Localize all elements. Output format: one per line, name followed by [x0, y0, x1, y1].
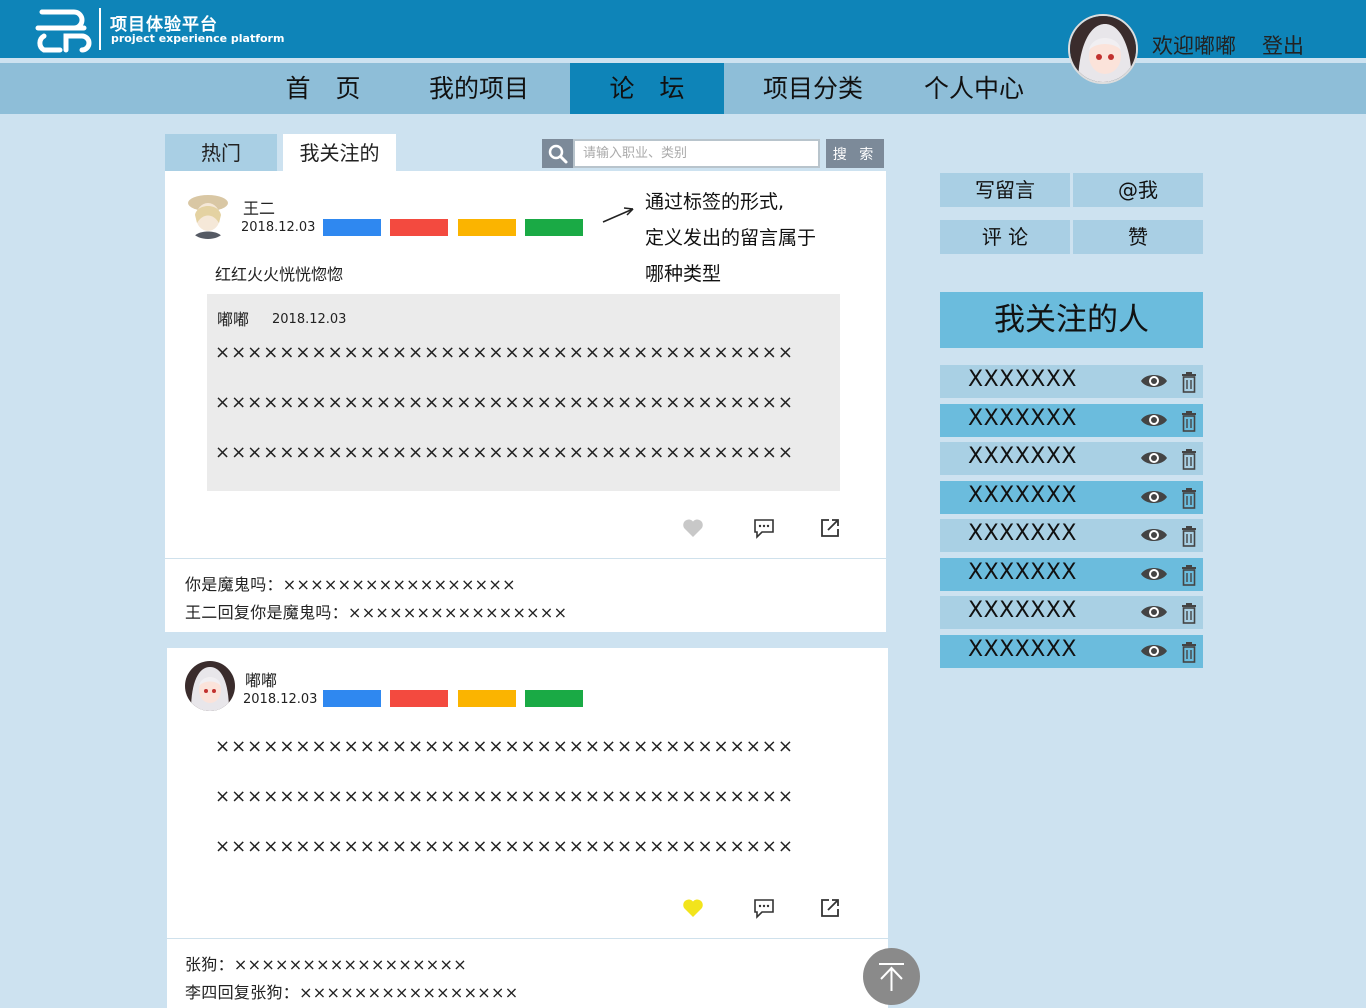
tag-green[interactable] — [525, 690, 583, 707]
following-name[interactable]: XXXXXXX — [968, 560, 1077, 585]
trash-icon[interactable] — [1181, 602, 1197, 624]
comment-item: 王二回复你是魔鬼吗：×××××××××××××××× — [185, 603, 568, 622]
trash-icon[interactable] — [1181, 371, 1197, 393]
user-avatar[interactable] — [1068, 14, 1138, 84]
trash-icon[interactable] — [1181, 410, 1197, 432]
tab-following[interactable]: 我关注的 — [283, 134, 396, 171]
nav-categories[interactable]: 项目分类 — [737, 63, 889, 114]
post-text: 红红火火恍恍惚惚 — [215, 265, 344, 284]
following-row[interactable]: XXXXXXX — [940, 558, 1203, 591]
post-author[interactable]: 嘟嘟 — [245, 667, 277, 691]
search-button[interactable]: 搜 索 — [826, 139, 884, 168]
quote-line: ×××××××××××××××××××××××××××××××××××× — [215, 442, 794, 463]
eye-icon[interactable] — [1140, 641, 1168, 661]
nav-forum[interactable]: 论 坛 — [570, 63, 724, 114]
tag-blue[interactable] — [323, 690, 381, 707]
logo-icon[interactable] — [34, 6, 94, 54]
quote-author[interactable]: 嘟嘟 — [217, 306, 249, 330]
search-icon[interactable] — [542, 139, 573, 168]
eye-icon[interactable] — [1140, 487, 1168, 507]
mention-me-button[interactable]: @我 — [1073, 173, 1203, 207]
trash-icon[interactable] — [1181, 641, 1197, 663]
post-date: 2018.12.03 — [243, 692, 318, 707]
tag-blue[interactable] — [323, 219, 381, 236]
annotation-line: 通过标签的形式, — [645, 191, 785, 213]
back-to-top-button[interactable] — [863, 948, 920, 1005]
comments-button[interactable]: 评 论 — [940, 220, 1070, 254]
annotation-arrow-icon — [602, 207, 634, 223]
welcome-text: 欢迎嘟嘟 — [1152, 34, 1236, 58]
tag-yellow[interactable] — [458, 690, 516, 707]
following-row[interactable]: XXXXXXX — [940, 481, 1203, 514]
following-row[interactable]: XXXXXXX — [940, 519, 1203, 552]
like-icon[interactable] — [681, 896, 705, 920]
following-row[interactable]: XXXXXXX — [940, 404, 1203, 437]
post-date: 2018.12.03 — [241, 220, 316, 235]
share-icon[interactable] — [818, 516, 842, 540]
quote-date: 2018.12.03 — [272, 312, 347, 327]
post-line: ×××××××××××××××××××××××××××××××××××× — [215, 736, 794, 757]
comment-item: 张狗：××××××××××××××××× — [185, 955, 467, 974]
eye-icon[interactable] — [1140, 525, 1168, 545]
following-name[interactable]: XXXXXXX — [968, 406, 1077, 431]
following-name[interactable]: XXXXXXX — [968, 367, 1077, 392]
comment-icon[interactable] — [752, 896, 776, 920]
post-line: ×××××××××××××××××××××××××××××××××××× — [215, 836, 794, 857]
following-row[interactable]: XXXXXXX — [940, 596, 1203, 629]
comments-divider — [167, 938, 888, 939]
following-row[interactable]: XXXXXXX — [940, 635, 1203, 668]
eye-icon[interactable] — [1140, 564, 1168, 584]
nav-my-projects[interactable]: 我的项目 — [403, 63, 555, 114]
nav-personal-center[interactable]: 个人中心 — [898, 63, 1050, 114]
eye-icon[interactable] — [1140, 448, 1168, 468]
brand-subtitle: project experience platform — [111, 32, 285, 45]
post-line: ×××××××××××××××××××××××××××××××××××× — [215, 786, 794, 807]
following-row[interactable]: XXXXXXX — [940, 365, 1203, 398]
following-name[interactable]: XXXXXXX — [968, 444, 1077, 469]
following-name[interactable]: XXXXXXX — [968, 521, 1077, 546]
following-name[interactable]: XXXXXXX — [968, 637, 1077, 662]
author-avatar[interactable] — [183, 189, 233, 239]
post-author[interactable]: 王二 — [243, 195, 275, 219]
quote-line: ×××××××××××××××××××××××××××××××××××× — [215, 342, 794, 363]
logo-divider — [99, 8, 101, 50]
likes-button[interactable]: 赞 — [1073, 220, 1203, 254]
eye-icon[interactable] — [1140, 371, 1168, 391]
arrow-up-icon — [879, 963, 904, 991]
nav-home[interactable]: 首 页 — [248, 63, 398, 114]
post-card: 嘟嘟 2018.12.03 ××××××××××××××××××××××××××… — [167, 648, 888, 1008]
tag-green[interactable] — [525, 219, 583, 236]
share-icon[interactable] — [818, 896, 842, 920]
write-message-button[interactable]: 写留言 — [940, 173, 1070, 207]
tab-hot[interactable]: 热门 — [165, 134, 277, 171]
author-avatar[interactable] — [185, 661, 235, 711]
eye-icon[interactable] — [1140, 410, 1168, 430]
comment-item: 李四回复张狗：×××××××××××××××× — [185, 983, 519, 1002]
annotation-line: 哪种类型 — [645, 263, 722, 285]
comments-divider — [165, 558, 886, 559]
trash-icon[interactable] — [1181, 525, 1197, 547]
following-row[interactable]: XXXXXXX — [940, 442, 1203, 475]
trash-icon[interactable] — [1181, 487, 1197, 509]
tag-red[interactable] — [390, 690, 448, 707]
main-nav: 首 页 我的项目 论 坛 项目分类 个人中心 — [0, 63, 1366, 114]
search-input[interactable] — [573, 139, 820, 168]
following-name[interactable]: XXXXXXX — [968, 483, 1077, 508]
quoted-post: 嘟嘟 2018.12.03 ××××××××××××××××××××××××××… — [207, 294, 840, 491]
eye-icon[interactable] — [1140, 602, 1168, 622]
logout-link[interactable]: 登出 — [1262, 30, 1304, 60]
tag-yellow[interactable] — [458, 219, 516, 236]
tag-red[interactable] — [390, 219, 448, 236]
comment-item: 你是魔鬼吗：××××××××××××××××× — [185, 575, 516, 594]
like-icon[interactable] — [681, 516, 705, 540]
trash-icon[interactable] — [1181, 564, 1197, 586]
quote-line: ×××××××××××××××××××××××××××××××××××× — [215, 392, 794, 413]
following-title: 我关注的人 — [940, 292, 1203, 348]
trash-icon[interactable] — [1181, 448, 1197, 470]
annotation-note: 通过标签的形式, 定义发出的留言属于 哪种类型 — [645, 184, 845, 292]
following-name[interactable]: XXXXXXX — [968, 598, 1077, 623]
comment-icon[interactable] — [752, 516, 776, 540]
annotation-line: 定义发出的留言属于 — [645, 227, 817, 249]
